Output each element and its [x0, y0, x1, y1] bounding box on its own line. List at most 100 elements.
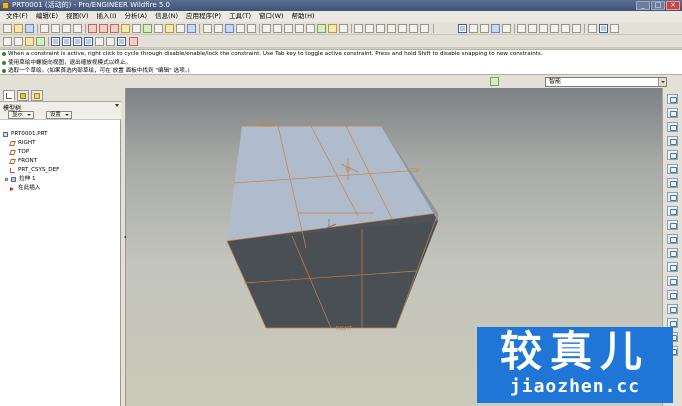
show-button[interactable]: 显示: [8, 111, 34, 119]
selection-filter-select[interactable]: 智能: [545, 77, 667, 87]
settings-button[interactable]: 设置: [46, 111, 72, 119]
line-icon[interactable]: [88, 24, 97, 33]
folder-icon[interactable]: [214, 24, 223, 33]
options-icon[interactable]: [610, 24, 619, 33]
view-manager-icon[interactable]: [420, 24, 429, 33]
chevron-down-icon[interactable]: [658, 78, 666, 86]
regenerate-icon[interactable]: [143, 24, 152, 33]
open-icon[interactable]: [14, 24, 23, 33]
menu-analysis[interactable]: 分析(A): [121, 11, 152, 22]
disp-grid-icon[interactable]: [73, 37, 82, 46]
search-icon[interactable]: [328, 24, 337, 33]
sketch-setup-icon[interactable]: [3, 37, 12, 46]
undo2-icon[interactable]: [262, 24, 271, 33]
spin-center-icon[interactable]: [572, 24, 581, 33]
menu-tools[interactable]: 工具(T): [225, 11, 255, 22]
axis-display-icon[interactable]: [376, 24, 385, 33]
filter-icon[interactable]: [490, 77, 499, 86]
menu-applications[interactable]: 应用程序(P): [182, 11, 225, 22]
maximize-button[interactable]: □: [651, 1, 665, 10]
menu-insert[interactable]: 插入(I): [93, 11, 121, 22]
datum-axis-icon[interactable]: [667, 108, 678, 118]
select-box-icon[interactable]: [339, 24, 348, 33]
blend-tool-icon[interactable]: [667, 234, 678, 244]
wireframe-icon[interactable]: [458, 24, 467, 33]
datum-csys-icon[interactable]: [667, 150, 678, 160]
tab-folder-browser[interactable]: [17, 90, 29, 101]
point-display-icon[interactable]: [387, 24, 396, 33]
disp-constraints-icon[interactable]: [62, 37, 71, 46]
refit-icon[interactable]: [539, 24, 548, 33]
sketch-view-icon[interactable]: [36, 37, 45, 46]
grid-icon[interactable]: [25, 37, 34, 46]
layers-icon[interactable]: [588, 24, 597, 33]
shaded-closed-icon[interactable]: [95, 37, 104, 46]
save-icon[interactable]: [25, 24, 34, 33]
dimension-icon[interactable]: [132, 24, 141, 33]
saved-views-icon[interactable]: [561, 24, 570, 33]
datum-point-icon[interactable]: [667, 136, 678, 146]
save-copy-icon[interactable]: [225, 24, 234, 33]
csys-display-icon[interactable]: [398, 24, 407, 33]
datum-plane-icon[interactable]: [667, 94, 678, 104]
shell-tool-icon[interactable]: [667, 262, 678, 272]
print-icon[interactable]: [236, 24, 245, 33]
disp-vertices-icon[interactable]: [84, 37, 93, 46]
reorient-icon[interactable]: [550, 24, 559, 33]
sketch-diagnose-icon[interactable]: [129, 37, 138, 46]
tab-model-tree[interactable]: [3, 90, 15, 101]
datum-curve-icon[interactable]: [667, 122, 678, 132]
sweep-tool-icon[interactable]: [667, 220, 678, 230]
email-icon[interactable]: [247, 24, 256, 33]
circle-icon[interactable]: [110, 24, 119, 33]
round-tool-icon[interactable]: [667, 304, 678, 314]
display-style-icon[interactable]: [599, 24, 608, 33]
copy-icon[interactable]: [73, 24, 82, 33]
hidden-line-icon[interactable]: [469, 24, 478, 33]
close-button[interactable]: ×: [666, 1, 680, 10]
sketcher-display-icon[interactable]: [354, 24, 363, 33]
redo-icon[interactable]: [51, 24, 60, 33]
paste-special-icon[interactable]: [306, 24, 315, 33]
new-icon[interactable]: [3, 24, 12, 33]
zoom-out-icon[interactable]: [528, 24, 537, 33]
paste-icon[interactable]: [295, 24, 304, 33]
sketch-tool-icon[interactable]: [667, 178, 678, 188]
redo2-icon[interactable]: [273, 24, 282, 33]
draft-tool-icon[interactable]: [667, 290, 678, 300]
no-hidden-icon[interactable]: [480, 24, 489, 33]
menu-edit[interactable]: 编辑(E): [32, 11, 62, 22]
scissors-icon[interactable]: [284, 24, 293, 33]
mirror-icon[interactable]: [176, 24, 185, 33]
edges-icon[interactable]: [502, 24, 511, 33]
trim-icon[interactable]: [121, 24, 130, 33]
document-icon[interactable]: [203, 24, 212, 33]
revolve-tool-icon[interactable]: [667, 206, 678, 216]
overlap-icon[interactable]: [106, 37, 115, 46]
analysis-icon[interactable]: [667, 164, 678, 174]
sketch-icon[interactable]: [165, 24, 174, 33]
menu-file[interactable]: 文件(F): [2, 11, 32, 22]
menu-help[interactable]: 帮助(H): [288, 11, 319, 22]
menu-info[interactable]: 信息(N): [151, 11, 182, 22]
rib-tool-icon[interactable]: [667, 276, 678, 286]
expand-icon[interactable]: [5, 178, 8, 181]
annotation-display-icon[interactable]: [409, 24, 418, 33]
regen-icon[interactable]: [317, 24, 326, 33]
arc-icon[interactable]: [99, 24, 108, 33]
find-icon[interactable]: [154, 24, 163, 33]
extrude-tool-icon[interactable]: [667, 192, 678, 202]
hole-tool-icon[interactable]: [667, 248, 678, 258]
tab-favorites[interactable]: [31, 90, 43, 101]
shading-icon[interactable]: [491, 24, 500, 33]
zoom-in-icon[interactable]: [517, 24, 526, 33]
relations-icon[interactable]: [187, 24, 196, 33]
disp-dims-icon[interactable]: [51, 37, 60, 46]
references-icon[interactable]: [14, 37, 23, 46]
menu-view[interactable]: 视图(V): [62, 11, 93, 22]
undo-icon[interactable]: [40, 24, 49, 33]
minimize-button[interactable]: _: [636, 1, 650, 10]
plane-display-icon[interactable]: [365, 24, 374, 33]
menu-window[interactable]: 窗口(W): [255, 11, 288, 22]
cut-icon[interactable]: [62, 24, 71, 33]
